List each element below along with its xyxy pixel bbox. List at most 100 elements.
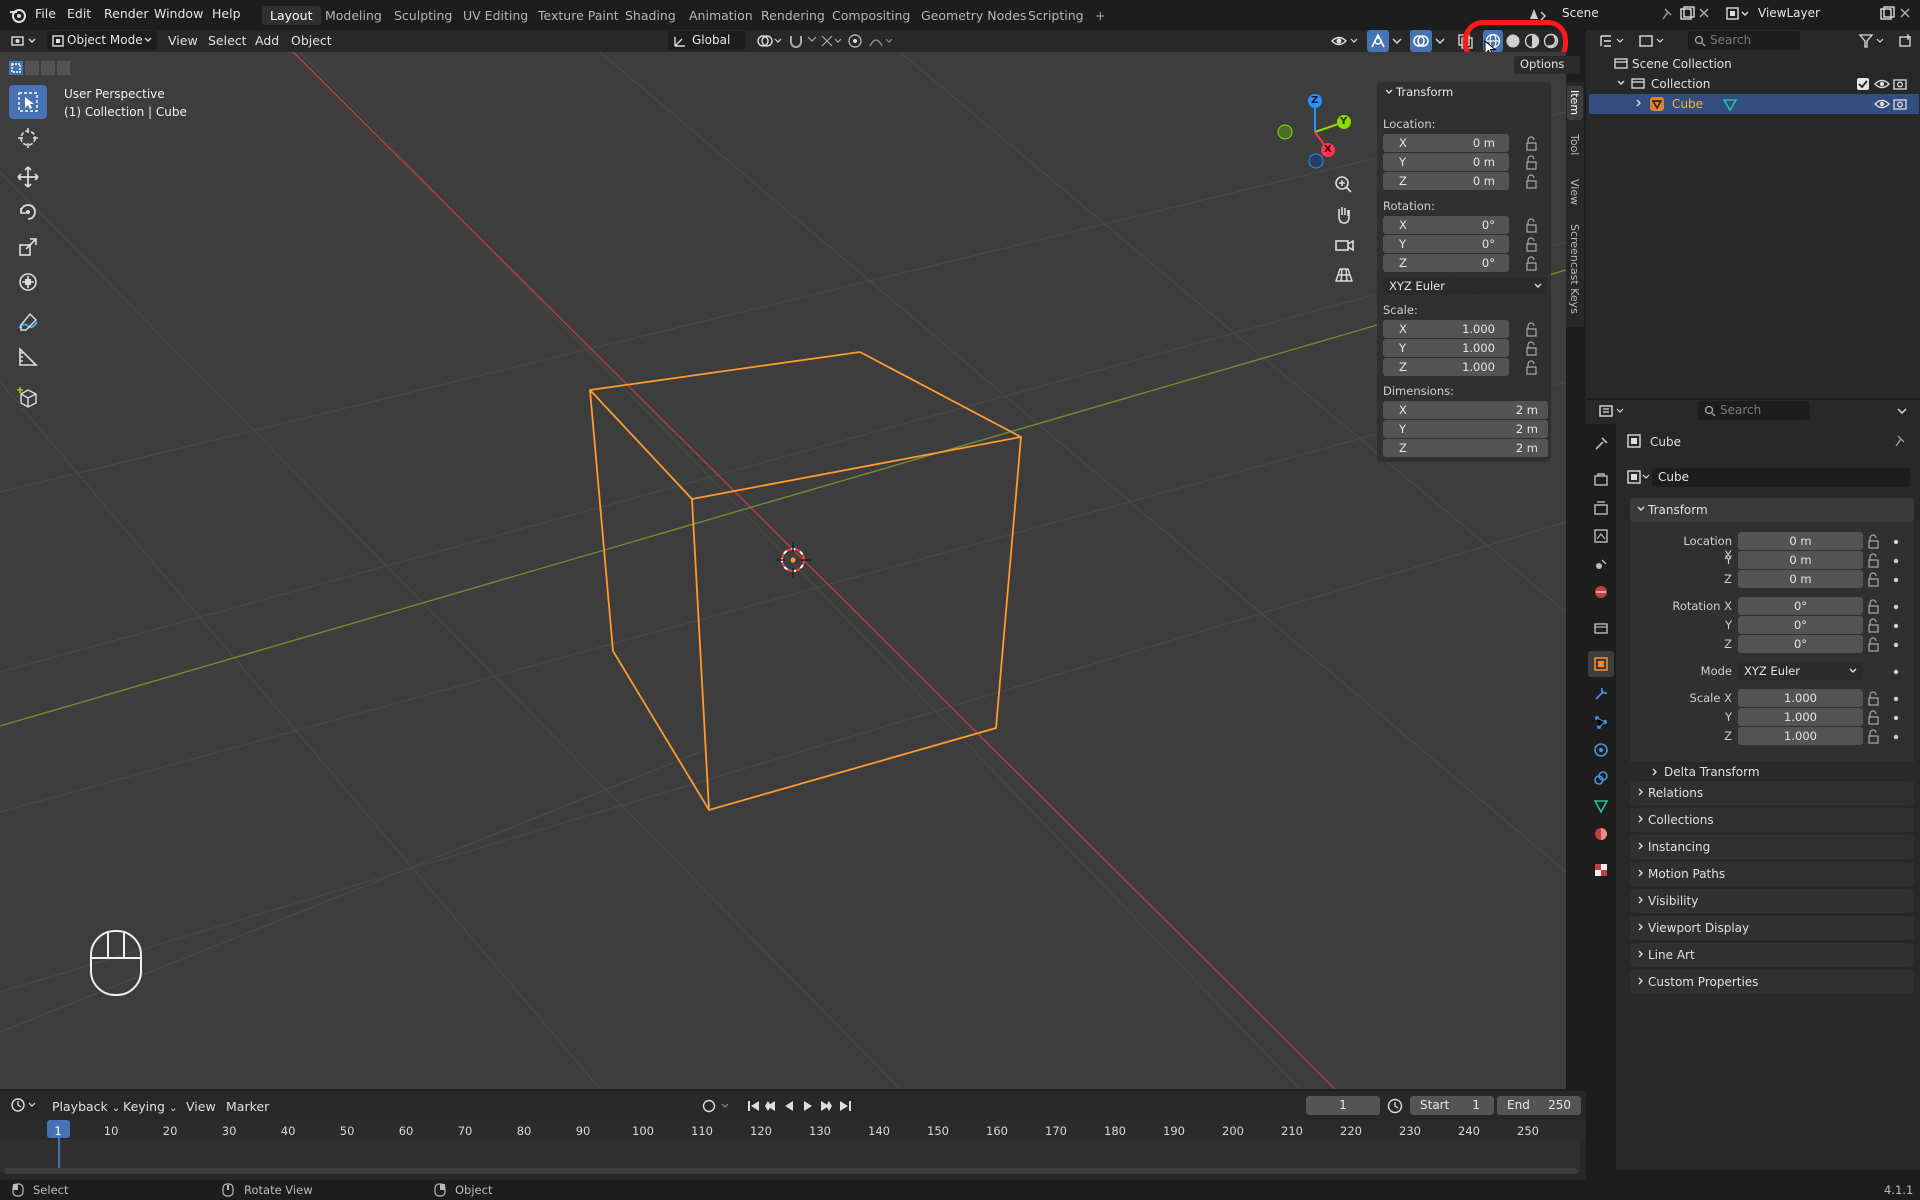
navigation-gizmo[interactable] <box>1265 87 1375 187</box>
transform-section-header[interactable]: Transform <box>1630 498 1914 522</box>
npanel-tab-screencast-keys[interactable]: Screencast Keys <box>1567 222 1583 318</box>
section-line-art[interactable]: Line Art <box>1630 943 1914 967</box>
3d-viewport[interactable]: User Perspective (1) Collection | Cube Z… <box>0 52 1566 1089</box>
timeline-scrollbar[interactable] <box>4 1168 1578 1174</box>
add-workspace-button[interactable]: + <box>1087 6 1113 25</box>
viewport-add-menu[interactable]: Add <box>255 33 279 48</box>
cube-visibility-icon[interactable] <box>1874 97 1890 111</box>
snap-icon[interactable] <box>788 32 842 50</box>
scale-x-field[interactable]: X 1.000 <box>1383 320 1509 338</box>
outliner-editor-type-icon[interactable] <box>1598 33 1628 49</box>
properties-editor-type-icon[interactable] <box>1598 403 1628 419</box>
workspace-tab-scripting[interactable]: Scripting <box>1020 6 1092 25</box>
world-properties-tab-icon[interactable] <box>1593 584 1609 600</box>
ortho-toggle-icon[interactable] <box>1332 263 1356 287</box>
view-layer-icon[interactable] <box>1724 5 1752 23</box>
proportional-editing-icon[interactable] <box>846 32 898 50</box>
npanel-tab-tool[interactable]: Tool <box>1567 132 1583 166</box>
menu-render[interactable]: Render <box>104 6 149 21</box>
timeline-editor-type-icon[interactable] <box>10 1097 40 1113</box>
lock-icons[interactable] <box>1524 134 1542 464</box>
outliner-search-input[interactable]: Search <box>1688 31 1800 50</box>
workspace-tab-modeling[interactable]: Modeling <box>317 6 390 25</box>
pivot-point-icon[interactable] <box>756 32 784 50</box>
location-y-field[interactable]: Y0 m <box>1383 153 1509 171</box>
material-properties-tab-icon[interactable] <box>1593 826 1609 842</box>
physics-properties-tab-icon[interactable] <box>1593 742 1609 758</box>
prop-scale-y-field[interactable]: 1.000 <box>1738 708 1863 726</box>
object-datablock-icon[interactable] <box>1627 469 1653 485</box>
object-name-field[interactable]: Cube <box>1652 468 1910 487</box>
annotate-tool-icon[interactable] <box>9 305 47 339</box>
end-frame-field[interactable]: End 250 <box>1497 1096 1581 1115</box>
prop-rotation-y-field[interactable]: 0° <box>1738 616 1863 634</box>
prop-scale-x-field[interactable]: 1.000 <box>1738 689 1863 707</box>
prop-scale-z-field[interactable]: 1.000 <box>1738 727 1863 745</box>
location-z-field[interactable]: Z0 m <box>1383 172 1509 190</box>
cube-render-icon[interactable] <box>1893 97 1909 111</box>
npanel-tab-view[interactable]: View <box>1567 177 1583 211</box>
gizmo-dropdown-icon[interactable] <box>1390 32 1404 50</box>
timeline-keying-menu[interactable]: Keying ⌄ <box>123 1099 177 1114</box>
editor-type-icon[interactable] <box>9 33 41 49</box>
close-view-layer-icon[interactable] <box>1898 6 1912 20</box>
overlays-dropdown-icon[interactable] <box>1433 32 1447 50</box>
collection-checkbox-icon[interactable] <box>1856 77 1870 91</box>
texture-properties-tab-icon[interactable] <box>1593 862 1609 878</box>
chevron-down-icon[interactable] <box>1384 87 1394 97</box>
viewport-select-menu[interactable]: Select <box>208 33 247 48</box>
select-box-tool-icon[interactable] <box>9 85 47 119</box>
timeline-view-menu[interactable]: View <box>186 1099 216 1114</box>
workspace-tab-texture-paint[interactable]: Texture Paint <box>530 6 627 25</box>
collection-properties-tab-icon[interactable] <box>1593 620 1609 636</box>
rotate-tool-icon[interactable] <box>9 195 47 229</box>
scene-name-field[interactable]: Scene <box>1556 4 1660 23</box>
workspace-tab-rendering[interactable]: Rendering <box>753 6 833 25</box>
transform-tool-icon[interactable] <box>9 265 47 299</box>
section-custom-properties[interactable]: Custom Properties <box>1630 970 1914 994</box>
location-x-field[interactable]: X0 m <box>1383 134 1509 152</box>
workspace-tab-geometry-nodes[interactable]: Geometry Nodes <box>913 6 1034 25</box>
outliner-scene-collection[interactable]: Scene Collection <box>1632 57 1732 71</box>
workspace-tab-shading[interactable]: Shading <box>617 6 684 25</box>
collection-render-icon[interactable] <box>1893 77 1909 91</box>
zoom-icon[interactable] <box>1332 173 1356 197</box>
prop-rotation-x-field[interactable]: 0° <box>1738 597 1863 615</box>
npanel-tab-item[interactable]: Item <box>1567 86 1583 120</box>
view-layer-properties-tab-icon[interactable] <box>1593 528 1609 544</box>
viewport-view-menu[interactable]: View <box>168 33 198 48</box>
collection-visibility-icon[interactable] <box>1874 77 1890 91</box>
workspace-tab-uv-editing[interactable]: UV Editing <box>455 6 536 25</box>
menu-edit[interactable]: Edit <box>67 6 91 21</box>
new-collection-icon[interactable] <box>1898 33 1914 49</box>
workspace-tab-layout[interactable]: Layout <box>262 6 321 25</box>
object-properties-tab-icon[interactable] <box>1588 651 1614 677</box>
expand-object-icon[interactable] <box>1634 98 1644 108</box>
rotation-z-field[interactable]: Z 0° <box>1383 254 1509 272</box>
workspace-tab-compositing[interactable]: Compositing <box>824 6 918 25</box>
close-scene-icon[interactable] <box>1697 6 1711 20</box>
pan-hand-icon[interactable] <box>1332 203 1356 227</box>
prop-rotation-z-field[interactable]: 0° <box>1738 635 1863 653</box>
properties-options-chevron-icon[interactable] <box>1896 405 1908 417</box>
data-properties-tab-icon[interactable] <box>1593 798 1609 814</box>
output-properties-tab-icon[interactable] <box>1593 500 1609 516</box>
workspace-tab-sculpting[interactable]: Sculpting <box>386 6 460 25</box>
add-cube-tool-icon[interactable] <box>9 380 47 414</box>
options-dropdown[interactable]: Options <box>1514 56 1580 74</box>
modifier-properties-tab-icon[interactable] <box>1593 686 1609 702</box>
menu-window[interactable]: Window <box>154 6 203 21</box>
auto-keying-icon[interactable] <box>701 1098 735 1114</box>
preview-range-icon[interactable] <box>1386 1097 1404 1115</box>
properties-pin-icon[interactable] <box>1894 434 1908 448</box>
timeline-marker-menu[interactable]: Marker <box>226 1099 269 1114</box>
section-motion-paths[interactable]: Motion Paths <box>1630 862 1914 886</box>
prop-location-y-field[interactable]: 0 m <box>1738 551 1863 569</box>
scale-tool-icon[interactable] <box>9 230 47 264</box>
mesh-data-icon[interactable] <box>1722 96 1738 112</box>
start-frame-field[interactable]: Start 1 <box>1410 1096 1494 1115</box>
cursor-tool-icon[interactable] <box>9 121 47 155</box>
camera-view-icon[interactable] <box>1332 233 1356 257</box>
timeline-playback-menu[interactable]: Playback ⌄ <box>52 1099 120 1114</box>
section-viewport-display[interactable]: Viewport Display <box>1630 916 1914 940</box>
